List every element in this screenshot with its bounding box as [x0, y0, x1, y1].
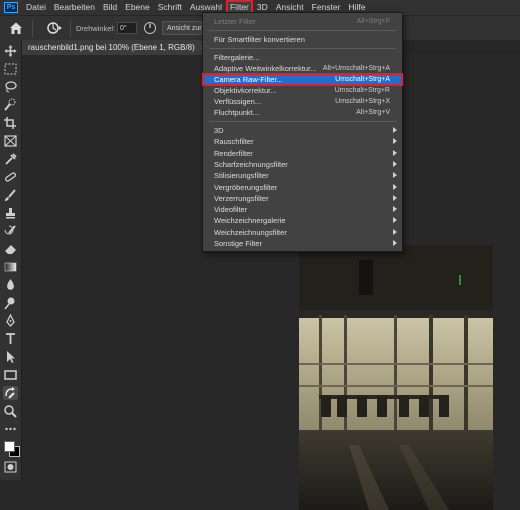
photoshop-logo-icon: Ps — [4, 2, 18, 13]
more-tools-icon[interactable] — [3, 422, 18, 436]
submenu-scharfzeichnungsfilter[interactable]: Scharfzeichnungsfilter — [203, 159, 402, 170]
submenu-arrow-icon — [393, 217, 397, 224]
foreground-color-swatch[interactable] — [4, 441, 15, 452]
gradient-tool-icon[interactable] — [3, 260, 18, 274]
color-swatches[interactable] — [3, 440, 20, 457]
submenu-weichzeichnergalerie[interactable]: Weichzeichnergalerie — [203, 215, 402, 226]
submenu-arrow-icon — [393, 206, 397, 213]
move-tool-icon[interactable] — [3, 44, 18, 58]
frame-tool-icon[interactable] — [3, 134, 18, 148]
submenu-arrow-icon — [393, 160, 397, 167]
menu-separator — [209, 30, 396, 31]
lasso-tool-icon[interactable] — [3, 80, 18, 94]
menu-item-vanishing-point[interactable]: Fluchtpunkt... Alt+Strg+V — [203, 107, 402, 118]
submenu-stilisierungsfilter[interactable]: Stilisierungsfilter — [203, 170, 402, 181]
submenu-arrow-icon — [393, 183, 397, 190]
tools-panel — [0, 40, 22, 480]
submenu-arrow-icon — [393, 149, 397, 156]
options-separator — [32, 20, 33, 37]
pen-tool-icon[interactable] — [3, 314, 18, 328]
submenu-renderfilter[interactable]: Renderfilter — [203, 148, 402, 159]
submenu-videofilter[interactable]: Videofilter — [203, 204, 402, 215]
blur-tool-icon[interactable] — [3, 278, 18, 292]
rotation-angle-input[interactable]: 0° — [117, 22, 137, 34]
type-tool-icon[interactable] — [3, 332, 18, 346]
submenu-arrow-icon — [393, 138, 397, 145]
rectangle-tool-icon[interactable] — [3, 368, 18, 382]
menu-datei[interactable]: Datei — [22, 0, 50, 15]
document-tab[interactable]: rauschenbild1.png bei 100% (Ebene 1, RGB… — [22, 40, 212, 55]
menu-item-convert-smart-filter[interactable]: Für Smartfilter konvertieren — [203, 34, 402, 45]
quick-mask-icon[interactable] — [3, 460, 18, 474]
menu-item-lens-correction[interactable]: Objektivkorrektur... Umschalt+Strg+R — [203, 85, 402, 96]
menu-ebene[interactable]: Ebene — [121, 0, 154, 15]
menu-bearbeiten[interactable]: Bearbeiten — [50, 0, 99, 15]
healing-brush-tool-icon[interactable] — [3, 170, 18, 184]
history-brush-tool-icon[interactable] — [3, 224, 18, 238]
submenu-rauschfilter[interactable]: Rauschfilter — [203, 136, 402, 147]
menu-item-camera-raw-filter[interactable]: Camera Raw-Filter... Umschalt+Strg+A — [202, 73, 403, 86]
home-icon[interactable] — [8, 20, 24, 36]
menu-separator — [209, 121, 396, 122]
rotate-view-tool-icon[interactable] — [3, 386, 18, 400]
rotation-dial-icon[interactable] — [143, 21, 157, 35]
eyedropper-tool-icon[interactable] — [3, 152, 18, 166]
submenu-arrow-icon — [393, 172, 397, 179]
submenu-arrow-icon — [393, 228, 397, 235]
options-separator — [70, 20, 71, 37]
marquee-tool-icon[interactable] — [3, 62, 18, 76]
menu-separator — [209, 48, 396, 49]
menu-item-adaptive-wide-angle[interactable]: Adaptive Weitwinkelkorrektur... Alt+Umsc… — [203, 63, 402, 74]
filter-menu: Letzter Filter Alt+Strg+F Für Smartfilte… — [202, 12, 403, 252]
dodge-tool-icon[interactable] — [3, 296, 18, 310]
menu-item-liquify[interactable]: Verflüssigen... Umschalt+Strg+X — [203, 96, 402, 107]
document-image — [299, 245, 493, 510]
office-photo — [299, 245, 493, 510]
quick-selection-tool-icon[interactable] — [3, 98, 18, 112]
submenu-verzerrungsfilter[interactable]: Verzerrungsfilter — [203, 193, 402, 204]
document-tab-title: rauschenbild1.png bei 100% (Ebene 1, RGB… — [28, 43, 195, 52]
menu-item-filter-gallery[interactable]: Filtergalerie... — [203, 52, 402, 63]
submenu-vergr-berungsfilter[interactable]: Vergröberungsfilter — [203, 182, 402, 193]
path-selection-tool-icon[interactable] — [3, 350, 18, 364]
reset-view-button[interactable]: Ansicht zurücksetzen — [162, 21, 202, 35]
submenu-arrow-icon — [393, 240, 397, 246]
clone-stamp-tool-icon[interactable] — [3, 206, 18, 220]
submenu-sonstige-filter[interactable]: Sonstige Filter — [203, 238, 402, 249]
crop-tool-icon[interactable] — [3, 116, 18, 130]
rotate-view-tool-icon[interactable] — [46, 21, 64, 35]
brush-tool-icon[interactable] — [3, 188, 18, 202]
menu-item-last-filter: Letzter Filter Alt+Strg+F — [214, 17, 390, 26]
rotation-angle-label: Drehwinkel: — [76, 24, 116, 33]
submenu-3d[interactable]: 3D — [203, 125, 402, 136]
zoom-tool-icon[interactable] — [3, 404, 18, 418]
menu-bild[interactable]: Bild — [99, 0, 121, 15]
menu-schrift[interactable]: Schrift — [154, 0, 186, 15]
eraser-tool-icon[interactable] — [3, 242, 18, 256]
submenu-arrow-icon — [393, 194, 397, 201]
submenu-weichzeichnungsfilter[interactable]: Weichzeichnungsfilter — [203, 227, 402, 238]
submenu-arrow-icon — [393, 127, 397, 133]
